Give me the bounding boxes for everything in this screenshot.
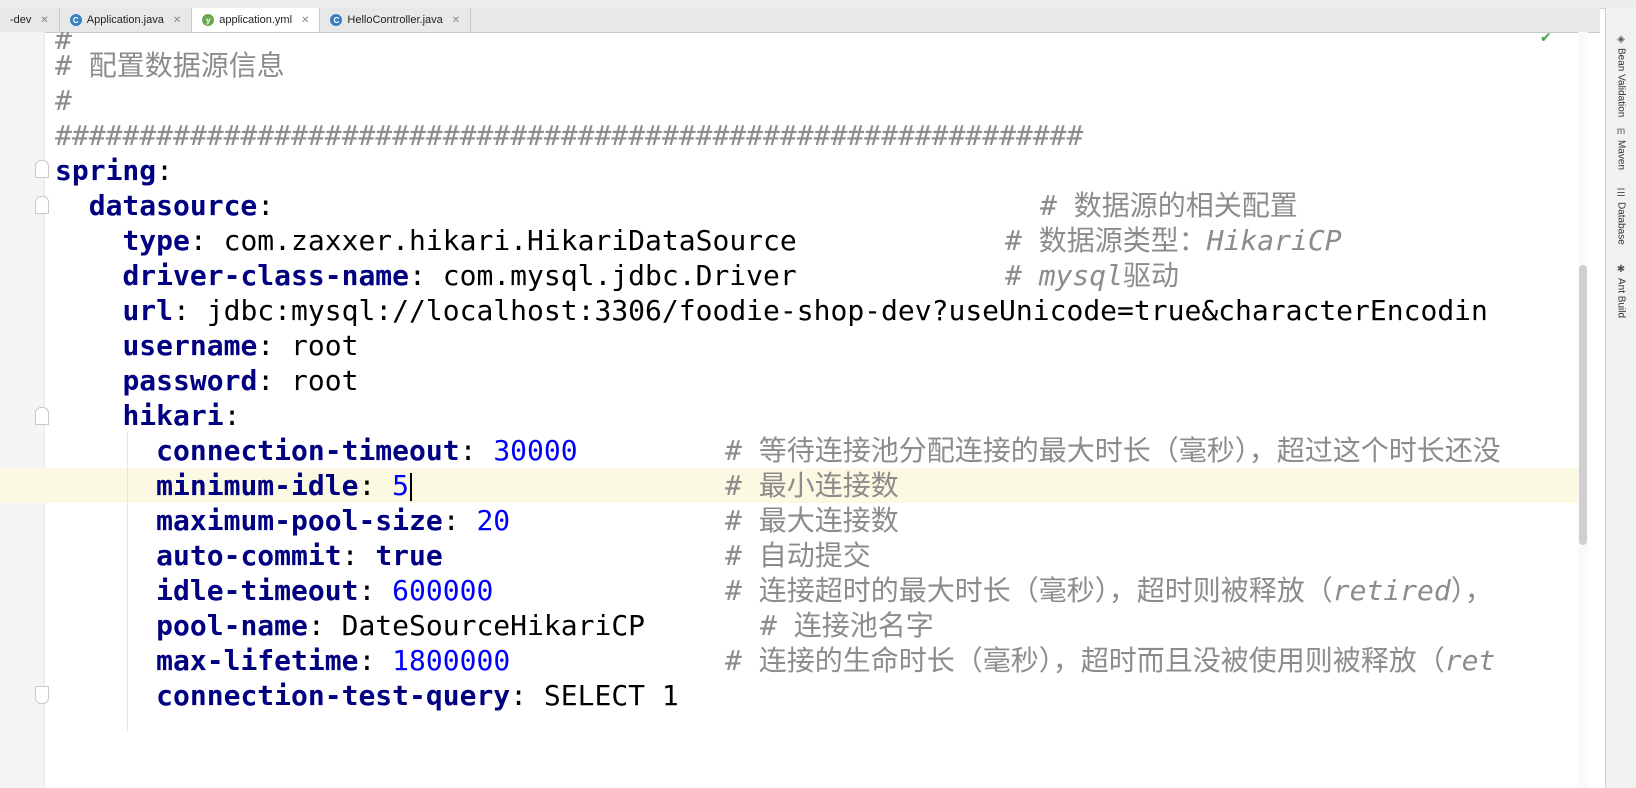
tab-dev[interactable]: -dev ✕ bbox=[0, 8, 60, 32]
code-line: spring: bbox=[55, 154, 174, 187]
maven-tool[interactable]: m Maven bbox=[1606, 126, 1636, 170]
fold-marker-icon[interactable] bbox=[35, 160, 49, 178]
close-icon[interactable]: ✕ bbox=[301, 15, 309, 26]
code-editor[interactable]: # # 配置数据源信息 # ##########################… bbox=[55, 32, 1577, 788]
fold-marker-icon[interactable] bbox=[35, 407, 49, 425]
java-class-icon: C bbox=[69, 14, 82, 26]
tab-label: HelloController.java bbox=[347, 14, 443, 26]
code-line: maximum-pool-size: 20 # 最大连接数 bbox=[156, 504, 899, 537]
code-line: datasource: # 数据源的相关配置 bbox=[88, 189, 1298, 222]
text-caret bbox=[410, 473, 413, 501]
code-line: auto-commit: true # 自动提交 bbox=[156, 539, 871, 572]
code-line: password: root bbox=[122, 364, 359, 397]
yaml-file-icon: y bbox=[202, 14, 215, 26]
maven-icon: m bbox=[1616, 126, 1626, 137]
code-line: # bbox=[55, 84, 72, 117]
code-line-current: minimum-idle: 5 # 最小连接数 bbox=[156, 469, 899, 502]
close-icon[interactable]: ✕ bbox=[173, 15, 181, 26]
side-tool-label: Ant Build bbox=[1615, 278, 1627, 319]
code-line: pool-name: DateSourceHikariCP # 连接池名字 bbox=[156, 609, 934, 642]
side-tool-label: Maven bbox=[1615, 140, 1627, 171]
tab-label: application.yml bbox=[219, 14, 293, 26]
database-tool[interactable]: ☰ Database bbox=[1606, 188, 1636, 245]
code-line: max-lifetime: 1800000 # 连接的生命时长（毫秒），超时而且没… bbox=[156, 644, 1496, 677]
right-tool-strip: ◈ Bean Validation m Maven ☰ Database ✱ A… bbox=[1605, 8, 1636, 788]
code-line: type: com.zaxxer.hikari.HikariDataSource… bbox=[122, 224, 1342, 257]
tab-label: -dev bbox=[10, 14, 32, 26]
code-line: idle-timeout: 600000 # 连接超时的最大时长（毫秒），超时则被… bbox=[156, 574, 1493, 607]
fold-marker-icon[interactable] bbox=[35, 686, 49, 704]
code-line: driver-class-name: com.mysql.jdbc.Driver… bbox=[122, 259, 1180, 292]
tab-hellocontroller-java[interactable]: C HelloController.java ✕ bbox=[320, 8, 472, 32]
close-icon[interactable]: ✕ bbox=[452, 15, 460, 26]
ant-build-tool[interactable]: ✱ Ant Build bbox=[1606, 264, 1636, 318]
java-class-icon: C bbox=[330, 14, 343, 26]
code-line: ########################################… bbox=[55, 119, 1084, 152]
editor-tab-bar: -dev ✕ C Application.java ✕ y applicatio… bbox=[0, 8, 1600, 33]
fold-marker-icon[interactable] bbox=[35, 196, 49, 214]
code-line: username: root bbox=[122, 329, 359, 362]
bean-validation-tool[interactable]: ◈ Bean Validation bbox=[1606, 34, 1636, 117]
tab-application-yml[interactable]: y application.yml ✕ bbox=[192, 8, 321, 32]
side-tool-label: Bean Validation bbox=[1615, 48, 1627, 118]
close-icon[interactable]: ✕ bbox=[40, 15, 48, 26]
bean-validation-icon: ◈ bbox=[1617, 34, 1625, 45]
ant-icon: ✱ bbox=[1616, 264, 1626, 275]
side-tool-label: Database bbox=[1615, 202, 1627, 245]
database-icon: ☰ bbox=[1616, 188, 1626, 199]
tab-application-java[interactable]: C Application.java ✕ bbox=[60, 8, 193, 32]
tab-label: Application.java bbox=[86, 14, 164, 26]
code-line: connection-timeout: 30000 # 等待连接池分配连接的最大时… bbox=[156, 434, 1501, 467]
code-line: connection-test-query: SELECT 1 bbox=[156, 679, 679, 712]
code-line: url: jdbc:mysql://localhost:3306/foodie-… bbox=[122, 294, 1488, 327]
code-line: # 配置数据源信息 bbox=[55, 49, 285, 82]
scrollbar-thumb[interactable] bbox=[1579, 265, 1587, 545]
code-line: hikari: bbox=[122, 399, 241, 432]
